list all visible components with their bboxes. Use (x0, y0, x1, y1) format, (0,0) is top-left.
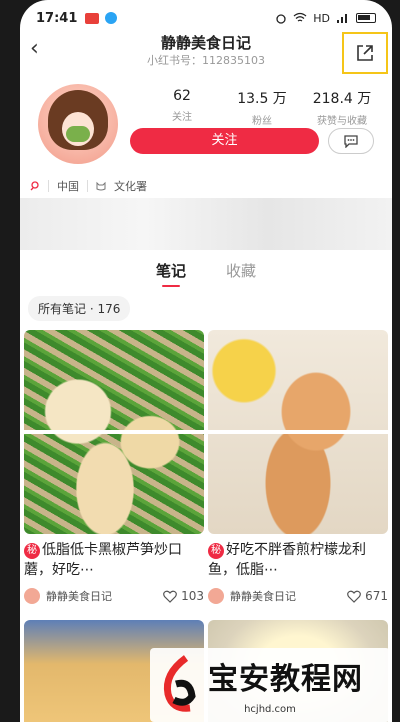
profile-header: ‹ 静静美食日记 小红书号：112835103 (20, 30, 392, 74)
profile-section: 62 关注 13.5 万 粉丝 218.4 万 获赞与收藏 关注 (20, 84, 392, 174)
note-meta: 静静美食日记 671 (208, 588, 388, 604)
profile-stats: 62 关注 13.5 万 粉丝 218.4 万 获赞与收藏 (142, 88, 382, 127)
content-tabs: 笔记 收藏 (20, 260, 392, 287)
status-time: 17:41 (36, 10, 78, 26)
page-title: 静静美食日记 (160, 34, 251, 52)
secret-badge: 秘 (24, 543, 40, 559)
secret-badge: 秘 (208, 543, 224, 559)
like-count: 103 (181, 589, 204, 603)
note-meta: 静静美食日记 103 (24, 588, 204, 604)
watermark-url: hcjhd.com (244, 704, 296, 715)
site-watermark: 宝安教程网 hcjhd.com (150, 648, 390, 722)
tag-country: 中国 (57, 180, 79, 193)
phone-screen: 17:41 HD ‹ 静静美食日记 小红书号：112835103 62 关注 1… (20, 0, 392, 722)
note-title: 秘低脂低卡黑椒芦笋炒口蘑，好吃⋯ (24, 542, 182, 578)
divider (87, 180, 88, 192)
alarm-icon (276, 14, 286, 24)
tab-collections[interactable]: 收藏 (226, 260, 256, 287)
note-image[interactable] (24, 330, 204, 534)
profile-tags: 中国 文化署 (30, 178, 147, 194)
tab-notes[interactable]: 笔记 (156, 260, 186, 287)
share-icon (357, 45, 373, 61)
like-button[interactable]: 671 (347, 589, 388, 603)
cat-icon (96, 181, 106, 191)
heart-icon (347, 590, 361, 603)
author-avatar (208, 588, 224, 604)
heart-icon (163, 590, 177, 603)
note-card[interactable]: 秘低脂低卡黑椒芦笋炒口蘑，好吃⋯ 静静美食日记 103 (24, 330, 204, 604)
wifi-icon (293, 12, 307, 22)
author-name: 静静美食日记 (230, 590, 296, 603)
stat-following[interactable]: 62 关注 (142, 88, 222, 127)
signal-icon (337, 14, 347, 23)
like-button[interactable]: 103 (163, 589, 204, 603)
location-icon (30, 181, 39, 191)
chat-bubble-icon (344, 135, 358, 148)
notes-filter[interactable]: 所有笔记 · 176 (28, 296, 131, 321)
stat-followers[interactable]: 13.5 万 粉丝 (222, 88, 302, 127)
avatar[interactable] (38, 84, 118, 164)
blurred-bio (20, 198, 392, 250)
follow-button[interactable]: 关注 (130, 128, 319, 154)
divider (48, 180, 49, 192)
author-name: 静静美食日记 (46, 590, 112, 603)
status-indicators: HD (275, 12, 376, 25)
note-title: 秘好吃不胖香煎柠檬龙利鱼，低脂⋯ (208, 542, 366, 578)
battery-icon (356, 13, 376, 23)
network-label: HD (313, 11, 330, 25)
user-id: 小红书号：112835103 (147, 54, 265, 67)
share-button[interactable] (342, 32, 388, 74)
watermark-title: 宝安教程网 (208, 662, 363, 697)
author-avatar (24, 588, 40, 604)
note-image[interactable] (208, 330, 388, 534)
note-card[interactable]: 秘好吃不胖香煎柠檬龙利鱼，低脂⋯ 静静美食日记 671 (208, 330, 388, 604)
stat-likes[interactable]: 218.4 万 获赞与收藏 (302, 88, 382, 127)
tag-culture: 文化署 (114, 180, 147, 193)
notification-icon (85, 12, 100, 24)
like-count: 671 (365, 589, 388, 603)
message-button[interactable] (328, 128, 374, 154)
qq-icon (105, 12, 118, 24)
